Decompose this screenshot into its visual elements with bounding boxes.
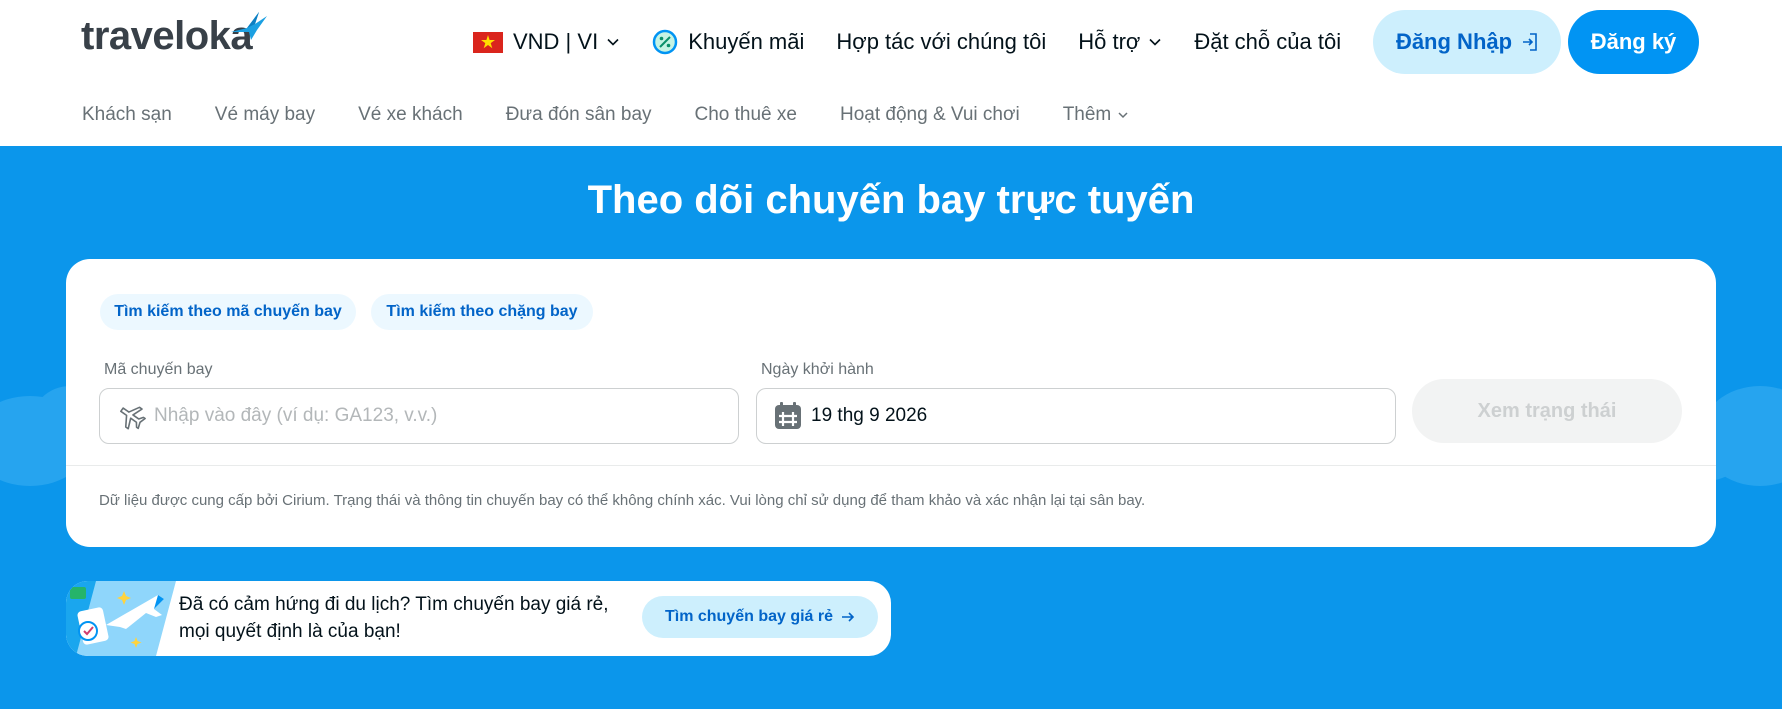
flight-search-card: Tìm kiếm theo mã chuyến bay Tìm kiếm the… xyxy=(66,259,1716,547)
nav-activities[interactable]: Hoạt động & Vui chơi xyxy=(840,104,1020,126)
flight-status-hero: Theo dõi chuyến bay trực tuyến Tìm kiếm … xyxy=(0,146,1782,709)
nav-airport-transfer[interactable]: Đưa đón sân bay xyxy=(506,104,652,126)
flight-code-placeholder: Nhập vào đây (ví dụ: GA123, v.v.) xyxy=(154,405,438,426)
check-status-button[interactable]: Xem trạng thái xyxy=(1412,379,1682,443)
tab-search-by-flight-code[interactable]: Tìm kiếm theo mã chuyến bay xyxy=(100,294,356,330)
banner-message: Đã có cảm hứng đi du lịch? Tìm chuyến ba… xyxy=(179,591,609,645)
nav-more-label: Thêm xyxy=(1062,104,1112,125)
tab-search-by-route[interactable]: Tìm kiếm theo chặng bay xyxy=(371,294,593,330)
product-nav: Khách sạn Vé máy bay Vé xe khách Đưa đón… xyxy=(82,104,1172,126)
promo-label: Khuyến mãi xyxy=(688,29,805,54)
chevron-down-icon xyxy=(1149,38,1161,46)
departure-date-value: 19 thg 9 2026 xyxy=(811,405,928,426)
departure-date-input[interactable]: 19 thg 9 2026 xyxy=(756,388,1396,444)
bird-logo-icon xyxy=(231,12,267,40)
register-label: Đăng ký xyxy=(1590,29,1677,54)
locale-label: VND | VI xyxy=(513,29,599,54)
login-button[interactable]: Đăng Nhập xyxy=(1373,10,1561,74)
banner-line-2: mọi quyết định là của bạn! xyxy=(179,621,401,642)
chevron-down-icon xyxy=(607,38,619,46)
flight-code-label: Mã chuyến bay xyxy=(104,361,213,378)
nav-more[interactable]: Thêm xyxy=(1063,104,1130,126)
my-bookings-link[interactable]: Đặt chỗ của tôi xyxy=(1194,29,1341,55)
find-cheap-flights-button[interactable]: Tìm chuyến bay giá rẻ xyxy=(642,596,878,638)
register-button[interactable]: Đăng ký xyxy=(1568,10,1699,74)
banner-line-1: Đã có cảm hứng đi du lịch? Tìm chuyến ba… xyxy=(179,594,609,615)
top-header: traveloka VND | VI Khuyến mãi Hợp tác vớ… xyxy=(0,0,1782,146)
airplane-illustration-icon xyxy=(66,581,176,656)
logo-wordmark: traveloka xyxy=(81,14,253,58)
calendar-icon xyxy=(775,402,801,429)
flight-code-input[interactable]: Nhập vào đây (ví dụ: GA123, v.v.) xyxy=(99,388,739,444)
login-label: Đăng Nhập xyxy=(1395,29,1513,54)
cheap-flights-banner: Đã có cảm hứng đi du lịch? Tìm chuyến ba… xyxy=(66,581,891,656)
login-icon xyxy=(1523,33,1537,51)
data-disclaimer: Dữ liệu được cung cấp bởi Cirium. Trạng … xyxy=(99,492,1146,509)
page-title: Theo dõi chuyến bay trực tuyến xyxy=(587,178,1195,222)
partner-label: Hợp tác với chúng tôi xyxy=(836,29,1047,54)
airplane-icon xyxy=(120,406,146,430)
find-cheap-flights-label: Tìm chuyến bay giá rẻ xyxy=(664,608,834,625)
nav-car-rental[interactable]: Cho thuê xe xyxy=(695,104,797,126)
traveloka-logo[interactable]: traveloka xyxy=(81,12,267,58)
departure-date-label: Ngày khởi hành xyxy=(761,361,874,378)
nav-flights[interactable]: Vé máy bay xyxy=(215,104,315,126)
divider xyxy=(66,465,1716,466)
vietnam-flag-icon xyxy=(473,31,503,53)
arrow-right-icon xyxy=(842,612,855,622)
locale-selector[interactable]: VND | VI xyxy=(473,29,620,55)
promo-link[interactable]: Khuyến mãi xyxy=(652,29,804,55)
my-bookings-label: Đặt chỗ của tôi xyxy=(1194,29,1342,54)
nav-bus-tickets[interactable]: Vé xe khách xyxy=(358,104,463,126)
partner-link[interactable]: Hợp tác với chúng tôi xyxy=(836,29,1046,55)
support-label: Hỗ trợ xyxy=(1078,29,1141,54)
discount-icon xyxy=(652,29,678,55)
chevron-down-icon xyxy=(1118,112,1128,119)
top-nav: VND | VI Khuyến mãi Hợp tác với chúng tô… xyxy=(473,10,1373,74)
support-menu[interactable]: Hỗ trợ xyxy=(1078,29,1162,55)
nav-hotels[interactable]: Khách sạn xyxy=(82,104,172,126)
